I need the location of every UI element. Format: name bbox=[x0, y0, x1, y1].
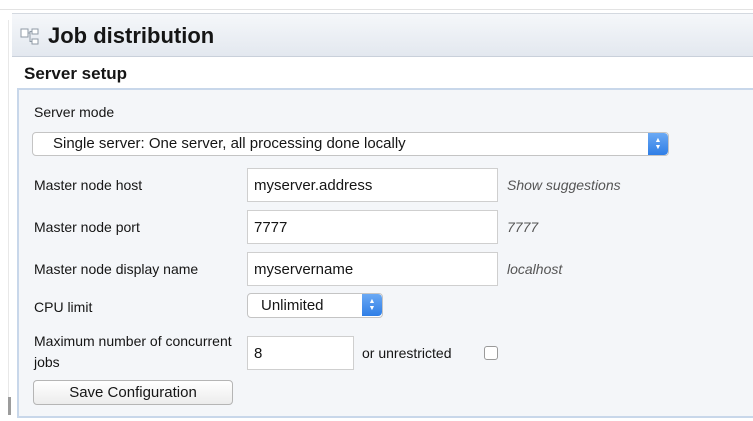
cpu-limit-select[interactable]: Unlimited ▲ ▼ bbox=[247, 293, 383, 318]
host-value: myserver.address bbox=[254, 177, 373, 194]
cpu-limit-label: CPU limit bbox=[34, 299, 93, 315]
display-name-label: Master node display name bbox=[34, 261, 199, 277]
left-divider bbox=[8, 20, 9, 415]
display-name-input[interactable]: myservername bbox=[247, 252, 498, 286]
section-title: Server setup bbox=[24, 64, 127, 83]
display-name-default-hint: localhost bbox=[507, 261, 563, 277]
save-configuration-button[interactable]: Save Configuration bbox=[33, 380, 233, 405]
server-mode-value: Single server: One server, all processin… bbox=[53, 135, 406, 152]
port-value: 7777 bbox=[254, 219, 288, 236]
unrestricted-checkbox[interactable] bbox=[484, 346, 498, 360]
splitter-handle[interactable] bbox=[8, 397, 11, 415]
show-suggestions-link[interactable]: Show suggestions bbox=[507, 177, 621, 193]
hierarchy-icon bbox=[20, 28, 39, 45]
page-title: Job distribution bbox=[48, 23, 215, 48]
cpu-limit-value: Unlimited bbox=[261, 297, 324, 314]
host-input[interactable]: myserver.address bbox=[247, 168, 498, 202]
max-jobs-label: Maximum number of concurrent jobs bbox=[34, 333, 232, 370]
port-input[interactable]: 7777 bbox=[247, 210, 498, 244]
max-jobs-value: 8 bbox=[254, 345, 263, 362]
server-mode-label: Server mode bbox=[34, 104, 115, 120]
top-divider bbox=[0, 9, 753, 10]
select-arrows-icon: ▲ ▼ bbox=[648, 133, 668, 155]
max-jobs-input[interactable]: 8 bbox=[247, 336, 354, 370]
select-arrows-icon: ▲ ▼ bbox=[362, 294, 382, 316]
host-label: Master node host bbox=[34, 177, 143, 193]
server-mode-select[interactable]: Single server: One server, all processin… bbox=[32, 132, 669, 156]
title-bar: Job distribution bbox=[12, 13, 753, 57]
unrestricted-label: or unrestricted bbox=[362, 345, 452, 361]
display-name-value: myservername bbox=[254, 261, 354, 278]
port-default-hint: 7777 bbox=[507, 219, 539, 235]
port-label: Master node port bbox=[34, 219, 140, 235]
